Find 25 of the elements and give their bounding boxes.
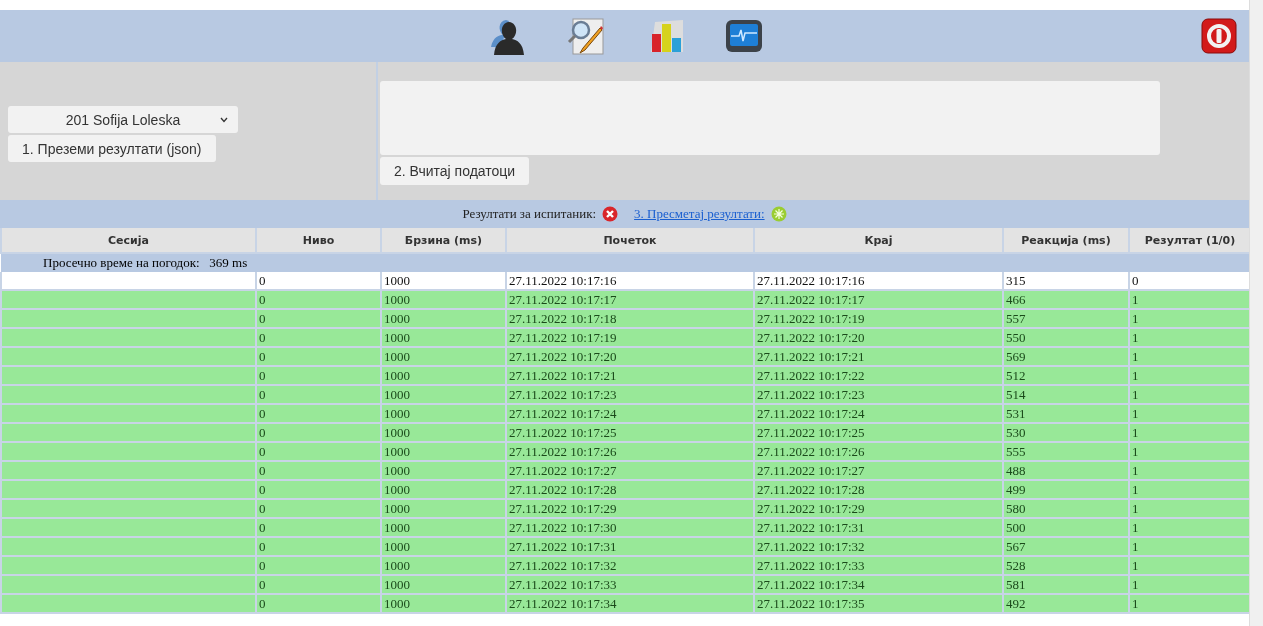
calculate-link[interactable]: 3. Пресметај резултати: xyxy=(634,206,765,222)
column-header: Ниво xyxy=(256,228,381,253)
scrollbar[interactable] xyxy=(1249,0,1263,626)
download-button[interactable]: 1. Преземи резултати (json) xyxy=(8,135,216,162)
table-cell: 1000 xyxy=(381,272,506,290)
table-cell: 315 xyxy=(1003,272,1129,290)
chevron-icon xyxy=(220,116,228,123)
monitor-pulse-icon[interactable] xyxy=(724,19,763,53)
table-cell: 27.11.2022 10:17:16 xyxy=(754,272,1003,290)
results-title: Резултати за испитаник: xyxy=(462,206,597,222)
column-header: Резултат (1/0) xyxy=(1129,228,1251,253)
column-header: Сесија xyxy=(1,228,256,253)
column-header: Крај xyxy=(754,228,1003,253)
average-time-text: Просечно време на погодок: 369 ms xyxy=(42,255,248,270)
subject-select[interactable]: 201 Sofija Loleska xyxy=(8,106,238,133)
column-header: Почеток xyxy=(506,228,754,253)
close-icon[interactable] xyxy=(602,206,619,222)
table-cell: 27.11.2022 10:17:16 xyxy=(506,272,754,290)
column-header: Реакција (ms) xyxy=(1003,228,1129,253)
table-cell: 0 xyxy=(1129,272,1251,290)
power-button[interactable] xyxy=(1201,18,1237,54)
magnifier-pencil-icon[interactable] xyxy=(566,16,605,56)
load-button[interactable]: 2. Вчитај податоци xyxy=(380,157,530,185)
column-header: Брзина (ms) xyxy=(381,228,506,253)
table-cell: 0 xyxy=(256,272,381,290)
